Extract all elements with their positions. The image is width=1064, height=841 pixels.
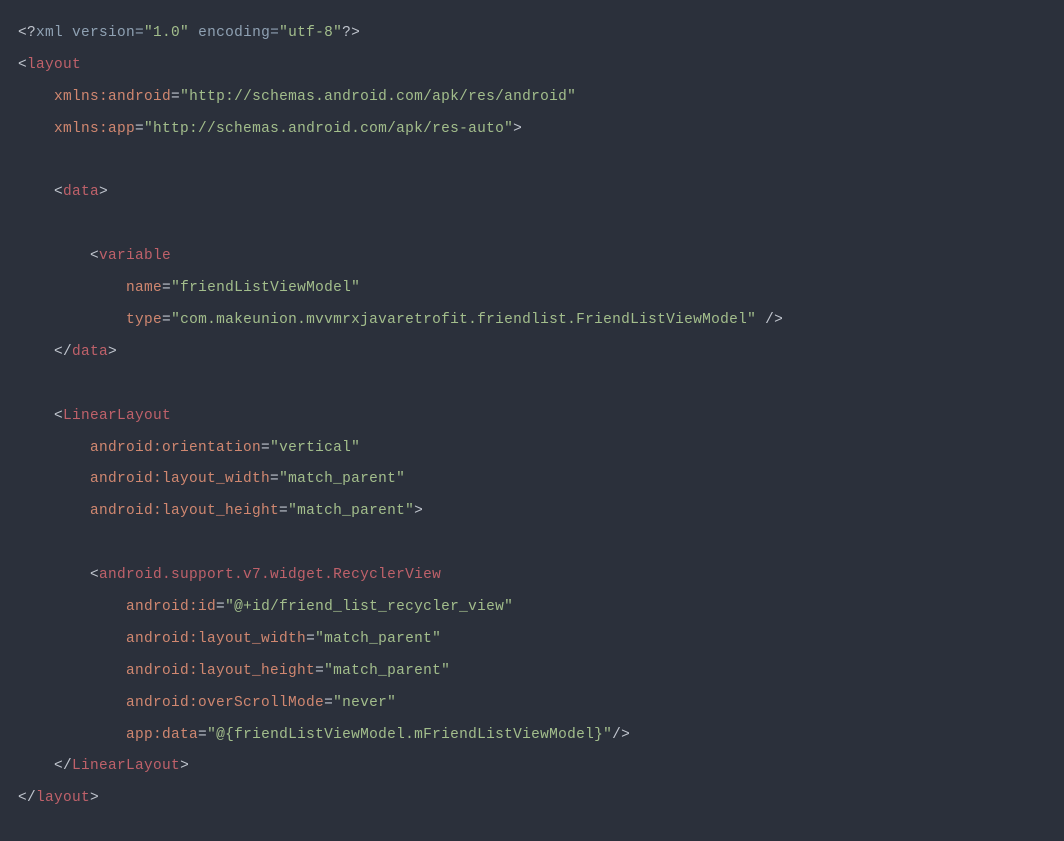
lt-close: </ <box>54 758 72 774</box>
line-7: name="friendListViewModel" <box>18 280 360 296</box>
eq: = <box>171 89 180 105</box>
line-6: <variable <box>18 248 171 264</box>
tag-linearlayout: LinearLayout <box>63 408 171 424</box>
self-close: /> <box>612 727 630 743</box>
tag-variable: variable <box>99 248 171 264</box>
pi-encoding: encoding= <box>198 25 279 41</box>
pi-xml: xml version= <box>36 25 144 41</box>
val-rv-height: "match_parent" <box>324 663 450 679</box>
attr-height: android:layout_height <box>90 503 279 519</box>
line-8: type="com.makeunion.mvvmrxjavaretrofit.f… <box>18 312 783 328</box>
gt: > <box>108 344 117 360</box>
val-id: "@+id/friend_list_recycler_view" <box>225 599 513 615</box>
line-14: <android.support.v7.widget.RecyclerView <box>18 567 441 583</box>
val-xmlns-android: "http://schemas.android.com/apk/res/andr… <box>180 89 576 105</box>
gt: > <box>90 790 99 806</box>
lt: < <box>90 248 99 264</box>
line-3: xmlns:android="http://schemas.android.co… <box>18 89 576 105</box>
pi-sp <box>189 25 198 41</box>
gt: > <box>414 503 423 519</box>
lt: < <box>54 408 63 424</box>
eq: = <box>261 440 270 456</box>
eq: = <box>162 312 171 328</box>
self-close: /> <box>756 312 783 328</box>
val-app-data: "@{friendListViewModel.mFriendListViewMo… <box>207 727 612 743</box>
code-editor: <?xml version="1.0" encoding="utf-8"?> <… <box>18 18 1046 815</box>
line-13: android:layout_height="match_parent"> <box>18 503 423 519</box>
line-9: </data> <box>18 344 117 360</box>
attr-rv-width: android:layout_width <box>126 631 306 647</box>
val-rv-width: "match_parent" <box>315 631 441 647</box>
eq: = <box>162 280 171 296</box>
tag-layout: layout <box>27 57 81 73</box>
tag-recyclerview: android.support.v7.widget.RecyclerView <box>99 567 441 583</box>
attr-rv-height: android:layout_height <box>126 663 315 679</box>
attr-xmlns-android: xmlns:android <box>54 89 171 105</box>
lt: < <box>90 567 99 583</box>
attr-app-data: app:data <box>126 727 198 743</box>
tag-data-close: data <box>72 344 108 360</box>
line-19: app:data="@{friendListViewModel.mFriendL… <box>18 727 630 743</box>
lt: < <box>18 57 27 73</box>
attr-orientation: android:orientation <box>90 440 261 456</box>
line-11: android:orientation="vertical" <box>18 440 360 456</box>
val-width: "match_parent" <box>279 471 405 487</box>
line-21: </layout> <box>18 790 99 806</box>
attr-xmlns-app: xmlns:app <box>54 121 135 137</box>
eq: = <box>216 599 225 615</box>
line-18: android:overScrollMode="never" <box>18 695 396 711</box>
val-orientation: "vertical" <box>270 440 360 456</box>
gt: > <box>513 121 522 137</box>
attr-id: android:id <box>126 599 216 615</box>
val-type: "com.makeunion.mvvmrxjavaretrofit.friend… <box>171 312 756 328</box>
line-4: xmlns:app="http://schemas.android.com/ap… <box>18 121 522 137</box>
pi-enc-val: "utf-8" <box>279 25 342 41</box>
pi-version: "1.0" <box>144 25 189 41</box>
eq: = <box>135 121 144 137</box>
val-height: "match_parent" <box>288 503 414 519</box>
gt: > <box>99 184 108 200</box>
tag-linearlayout-close: LinearLayout <box>72 758 180 774</box>
eq: = <box>198 727 207 743</box>
attr-width: android:layout_width <box>90 471 270 487</box>
pi-open: <? <box>18 25 36 41</box>
lt-close: </ <box>54 344 72 360</box>
eq: = <box>315 663 324 679</box>
gt: > <box>180 758 189 774</box>
lt-close: </ <box>18 790 36 806</box>
val-name: "friendListViewModel" <box>171 280 360 296</box>
pi-close: ?> <box>342 25 360 41</box>
line-10: <LinearLayout <box>18 408 171 424</box>
lt: < <box>54 184 63 200</box>
eq: = <box>324 695 333 711</box>
line-20: </LinearLayout> <box>18 758 189 774</box>
eq: = <box>270 471 279 487</box>
line-17: android:layout_height="match_parent" <box>18 663 450 679</box>
line-2: <layout <box>18 57 81 73</box>
attr-overscroll: android:overScrollMode <box>126 695 324 711</box>
eq: = <box>279 503 288 519</box>
tag-data: data <box>63 184 99 200</box>
attr-name: name <box>126 280 162 296</box>
line-12: android:layout_width="match_parent" <box>18 471 405 487</box>
tag-layout-close: layout <box>36 790 90 806</box>
line-1: <?xml version="1.0" encoding="utf-8"?> <box>18 25 360 41</box>
attr-type: type <box>126 312 162 328</box>
eq: = <box>306 631 315 647</box>
val-overscroll: "never" <box>333 695 396 711</box>
line-16: android:layout_width="match_parent" <box>18 631 441 647</box>
val-xmlns-app: "http://schemas.android.com/apk/res-auto… <box>144 121 513 137</box>
line-5: <data> <box>18 184 108 200</box>
line-15: android:id="@+id/friend_list_recycler_vi… <box>18 599 513 615</box>
